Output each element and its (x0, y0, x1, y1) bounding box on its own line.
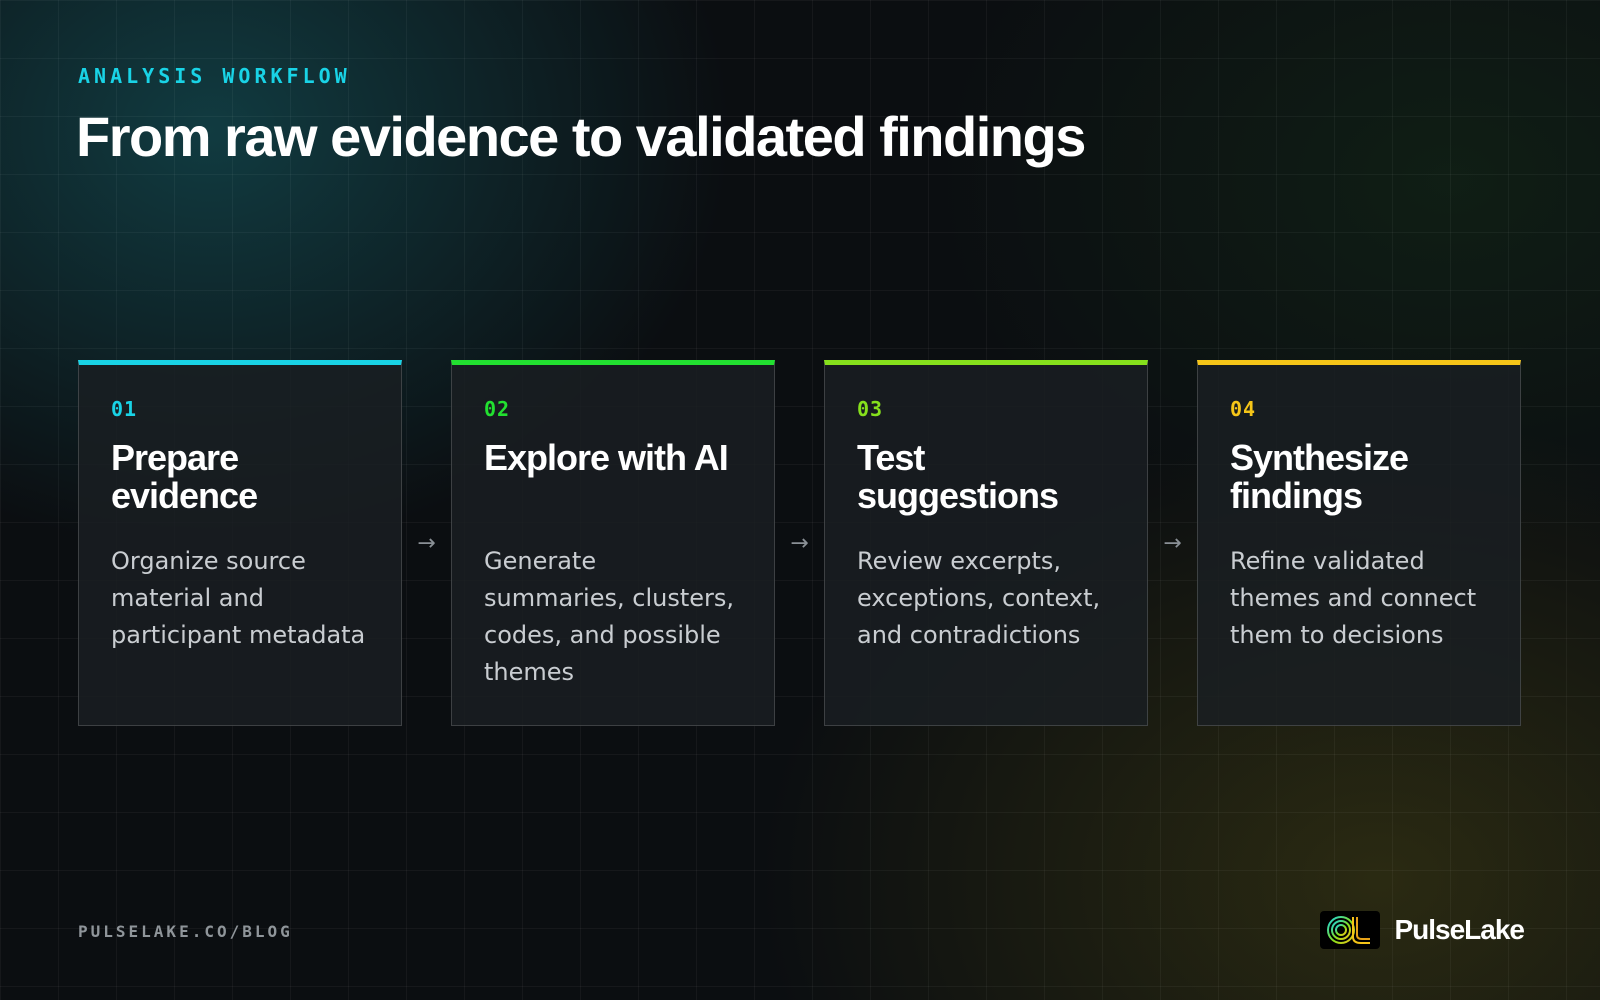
footer-url: PULSELAKE.CO/BLOG (78, 922, 293, 941)
arrow-right-icon: → (1163, 530, 1182, 556)
workflow-steps: 01 Prepare evidence Organize source mate… (78, 360, 1521, 726)
step-title: Explore with AI (484, 437, 729, 478)
step-title: Test suggestions (857, 437, 1059, 516)
step-card-3: 03 Test suggestions Review excerpts, exc… (824, 360, 1148, 726)
step-card-2: 02 Explore with AI Generate summaries, c… (451, 360, 775, 726)
page-title: From raw evidence to validated findings (76, 105, 1086, 168)
step-title: Synthesize findings (1230, 437, 1409, 516)
step-card-1: 01 Prepare evidence Organize source mate… (78, 360, 402, 726)
pulselake-logo-icon (1320, 911, 1381, 949)
step-title: Prepare evidence (111, 437, 258, 516)
step-number: 03 (857, 397, 884, 421)
brand-name: PulseLake (1394, 914, 1525, 945)
arrow-right-icon: → (790, 530, 809, 556)
step-description: Generate summaries, clusters, codes, and… (484, 547, 734, 686)
step-number: 01 (111, 397, 138, 421)
brand: PulseLake (1320, 911, 1525, 949)
step-description: Refine validated themes and connect them… (1230, 547, 1477, 649)
step-number: 02 (484, 397, 511, 421)
arrow-right-icon: → (417, 530, 436, 556)
step-description: Review excerpts, exceptions, context, an… (857, 547, 1101, 649)
step-description: Organize source material and participant… (111, 547, 366, 649)
step-card-4: 04 Synthesize findings Refine validated … (1197, 360, 1521, 726)
step-number: 04 (1230, 397, 1257, 421)
eyebrow-label: ANALYSIS WORKFLOW (78, 64, 351, 88)
